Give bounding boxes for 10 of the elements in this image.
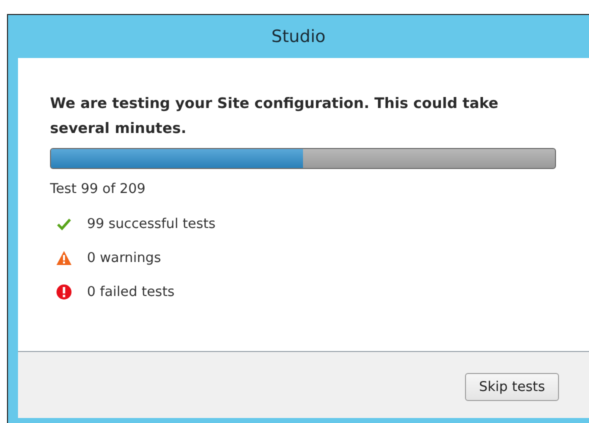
result-label: 99 successful tests [87, 216, 216, 232]
status-message: We are testing your Site configuration. This could take several minutes. [50, 95, 500, 139]
result-label: 0 failed tests [87, 284, 175, 300]
warning-icon [56, 250, 72, 266]
checkmark-icon [56, 216, 72, 232]
skip-tests-button[interactable]: Skip tests [465, 373, 559, 401]
result-label: 0 warnings [87, 250, 161, 266]
window-title: Studio [271, 26, 326, 46]
error-icon [56, 284, 72, 300]
progress-caption: Test 99 of 209 [50, 181, 146, 197]
